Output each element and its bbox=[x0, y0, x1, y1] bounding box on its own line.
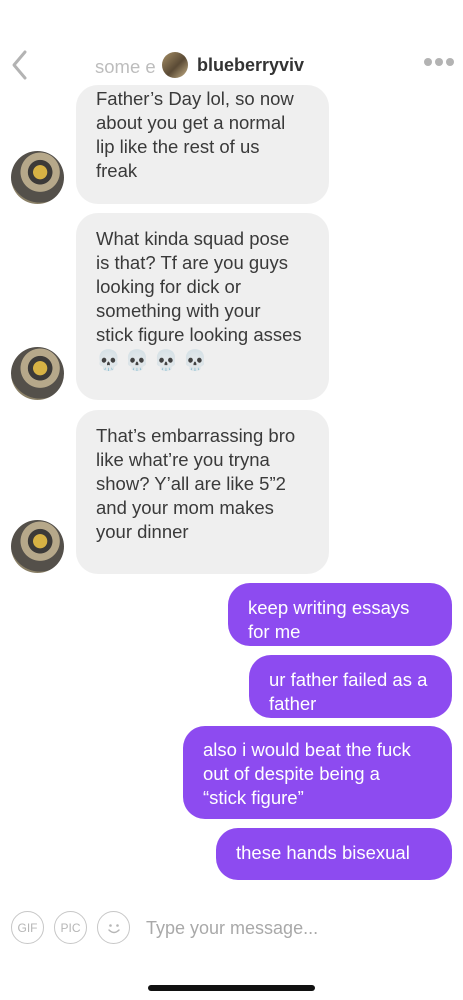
message-composer: GIF PIC bbox=[0, 905, 463, 951]
message-line: father bbox=[269, 693, 317, 714]
avatar[interactable] bbox=[11, 151, 64, 204]
chat-header: blueberryviv bbox=[0, 38, 463, 88]
message-line: something with your bbox=[96, 300, 261, 321]
outgoing-message: ur father failed as a father bbox=[249, 655, 452, 718]
avatar[interactable] bbox=[11, 520, 64, 573]
message-line: is that? Tf are you guys bbox=[96, 252, 288, 273]
message-line: keep writing essays bbox=[248, 597, 410, 618]
outgoing-message: also i would beat the fuck out of despit… bbox=[183, 726, 452, 819]
incoming-message: What kinda squad pose is that? Tf are yo… bbox=[76, 213, 329, 400]
gif-button[interactable]: GIF bbox=[11, 911, 44, 944]
message-line: for me bbox=[248, 621, 301, 642]
pic-label: PIC bbox=[60, 920, 81, 935]
pic-button[interactable]: PIC bbox=[54, 911, 87, 944]
message-line: and your mom makes bbox=[96, 497, 274, 518]
message-line: out of despite being a bbox=[203, 763, 380, 784]
message-line: looking for dick or bbox=[96, 276, 241, 297]
avatar bbox=[162, 52, 188, 78]
message-line: show? Y’all are like 5”2 bbox=[96, 473, 286, 494]
message-line: ur father failed as a bbox=[269, 669, 428, 690]
more-dots-icon[interactable] bbox=[424, 58, 454, 68]
outgoing-message: these hands bisexual bbox=[216, 828, 452, 880]
message-line: like what’re you tryna bbox=[96, 449, 270, 470]
smiley-icon[interactable] bbox=[97, 911, 130, 944]
message-line: Father’s Day lol, so now bbox=[96, 88, 294, 109]
message-line: That’s embarrassing bro bbox=[96, 425, 296, 446]
chat-title: blueberryviv bbox=[197, 54, 305, 75]
message-line: also i would beat the fuck bbox=[203, 739, 411, 760]
skull-emojis: 💀💀💀💀 bbox=[96, 350, 212, 372]
message-input[interactable] bbox=[146, 913, 446, 943]
message-line: these hands bisexual bbox=[236, 842, 410, 863]
chevron-left-icon[interactable] bbox=[8, 48, 30, 82]
incoming-message: That’s embarrassing bro like what’re you… bbox=[76, 410, 329, 574]
message-line: “stick figure” bbox=[203, 787, 304, 808]
outgoing-message: keep writing essays for me bbox=[228, 583, 452, 646]
message-line: What kinda squad pose bbox=[96, 228, 290, 249]
message-line: about you get a normal bbox=[96, 112, 286, 133]
incoming-message: Father’s Day lol, so now about you get a… bbox=[76, 85, 329, 204]
avatar[interactable] bbox=[11, 347, 64, 400]
message-line: freak bbox=[96, 160, 138, 181]
gif-label: GIF bbox=[17, 920, 38, 935]
home-indicator[interactable] bbox=[148, 985, 315, 991]
message-line: stick figure looking asses bbox=[96, 324, 302, 345]
chat-title-group[interactable]: blueberryviv bbox=[162, 50, 311, 80]
message-line: lip like the rest of us bbox=[96, 136, 260, 157]
message-line: your dinner bbox=[96, 521, 189, 542]
